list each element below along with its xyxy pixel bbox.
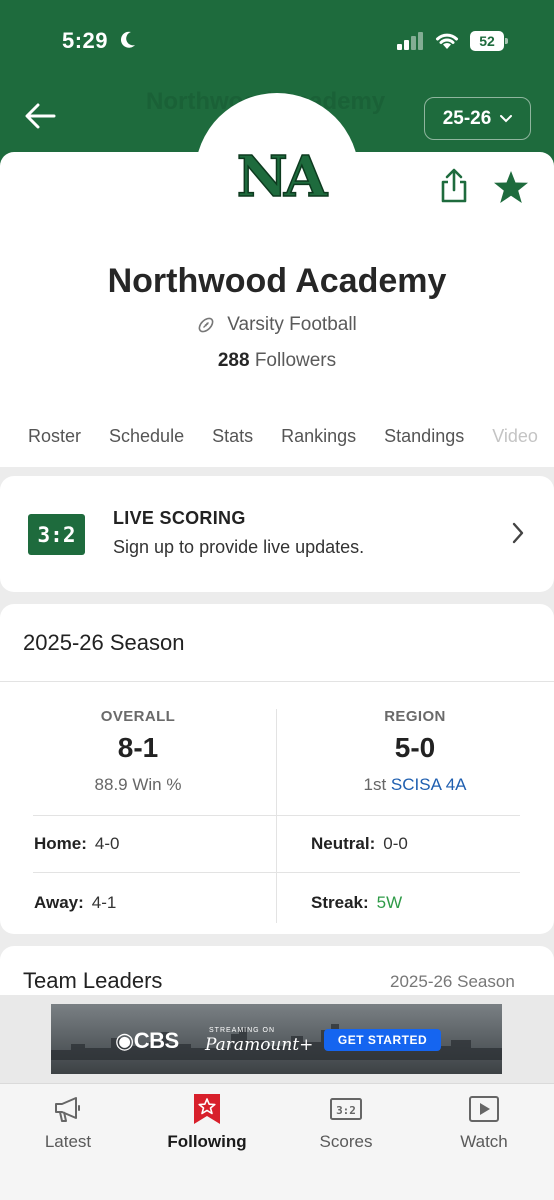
- chevron-down-icon: [500, 114, 513, 122]
- team-tabs: Roster Schedule Stats Rankings Standings…: [28, 426, 554, 452]
- neutral-value: 0-0: [383, 834, 408, 853]
- share-icon[interactable]: [438, 168, 470, 204]
- sport-row: Varsity Football: [0, 314, 554, 336]
- nav-latest[interactable]: Latest: [8, 1084, 128, 1164]
- live-scoring-title: LIVE SCORING: [113, 508, 246, 528]
- divider: [33, 872, 520, 873]
- followers-number: 288: [217, 350, 250, 371]
- tab-schedule[interactable]: Schedule: [109, 426, 184, 452]
- scoreboard-icon: 3:2: [28, 514, 85, 555]
- region-league-link[interactable]: SCISA 4A: [391, 775, 467, 794]
- home-record: Home: 4-0: [34, 834, 119, 854]
- sport-label: Varsity Football: [227, 314, 357, 335]
- football-icon: [198, 317, 214, 333]
- nav-following-label: Following: [167, 1132, 247, 1151]
- ad-get-started-button[interactable]: GET STARTED: [324, 1029, 441, 1051]
- status-time: 5:29: [62, 28, 109, 53]
- region-rank: 1st: [363, 775, 387, 794]
- play-icon: [469, 1096, 499, 1122]
- tab-roster[interactable]: Roster: [28, 426, 81, 452]
- tab-video[interactable]: Video: [492, 426, 538, 452]
- followers-label: Followers: [254, 350, 337, 371]
- battery-level: 52: [470, 31, 504, 51]
- home-label: Home:: [34, 834, 87, 853]
- season-selector-label: 25-26: [442, 107, 492, 129]
- bottom-nav: Latest Following 3:2 Scores Watch: [0, 1083, 554, 1200]
- wifi-icon: [436, 33, 458, 49]
- season-title: 2025-26 Season: [23, 630, 185, 655]
- status-bar: 5:29 52: [0, 28, 554, 58]
- nav-watch[interactable]: Watch: [424, 1084, 544, 1164]
- moon-icon: [120, 31, 135, 48]
- ad-banner[interactable]: ◉CBS STREAMING ON Paramount+ GET STARTED: [51, 1004, 502, 1074]
- bookmark-star-icon: [194, 1094, 220, 1124]
- streak-record: Streak: 5W: [311, 893, 402, 913]
- team-leaders-season[interactable]: 2025-26 Season: [390, 972, 515, 992]
- streak-label: Streak:: [311, 893, 369, 912]
- tab-stats[interactable]: Stats: [212, 426, 253, 452]
- tab-rankings[interactable]: Rankings: [281, 426, 356, 452]
- streak-value: 5W: [376, 893, 403, 912]
- away-label: Away:: [34, 893, 84, 912]
- region-label: REGION: [384, 708, 446, 725]
- chevron-right-icon[interactable]: [512, 522, 524, 544]
- live-scoring-card[interactable]: 3:2: [0, 476, 554, 592]
- megaphone-icon: [55, 1097, 80, 1122]
- battery-icon: 52: [470, 31, 508, 51]
- nav-latest-label: Latest: [44, 1132, 92, 1151]
- cbs-logo: ◉CBS: [115, 1028, 179, 1053]
- paramount-logo: Paramount+: [205, 1035, 314, 1055]
- overall-label: OVERALL: [100, 708, 176, 725]
- overall-record: 8-1: [117, 732, 159, 763]
- team-logo-text: NA: [237, 144, 329, 210]
- nav-scores-label: Scores: [319, 1132, 373, 1151]
- neutral-record: Neutral: 0-0: [311, 834, 408, 854]
- live-scoring-subtitle: Sign up to provide live updates.: [113, 537, 365, 557]
- divider: [0, 681, 554, 682]
- team-name: Northwood Academy: [107, 262, 447, 300]
- neutral-label: Neutral:: [311, 834, 376, 853]
- favorite-star-icon[interactable]: [493, 170, 529, 204]
- season-selector[interactable]: 25-26: [424, 97, 531, 140]
- divider: [276, 709, 277, 923]
- divider: [33, 815, 520, 816]
- back-arrow-icon[interactable]: [20, 98, 60, 134]
- home-value: 4-0: [94, 834, 120, 853]
- cellular-signal-icon: [397, 32, 423, 50]
- team-logo: NA: [236, 143, 333, 211]
- region-standing: 1st SCISA 4A: [305, 775, 525, 795]
- away-value: 4-1: [91, 893, 117, 912]
- region-record: 5-0: [394, 732, 436, 763]
- followers-count[interactable]: 288 Followers: [0, 350, 554, 372]
- tab-standings[interactable]: Standings: [384, 426, 464, 452]
- nav-watch-label: Watch: [460, 1132, 508, 1151]
- nav-scores[interactable]: 3:2 Scores: [286, 1084, 406, 1164]
- nav-scores-icon-text: 3:2: [336, 1104, 356, 1117]
- ad-streaming-text: STREAMING ON: [209, 1027, 276, 1034]
- scoreboard-icon: 3:2: [330, 1098, 362, 1120]
- nav-following[interactable]: Following: [147, 1084, 267, 1164]
- overall-win-pct: 88.9 Win %: [94, 775, 182, 794]
- team-leaders-title: Team Leaders: [23, 968, 163, 993]
- away-record: Away: 4-1: [34, 893, 116, 913]
